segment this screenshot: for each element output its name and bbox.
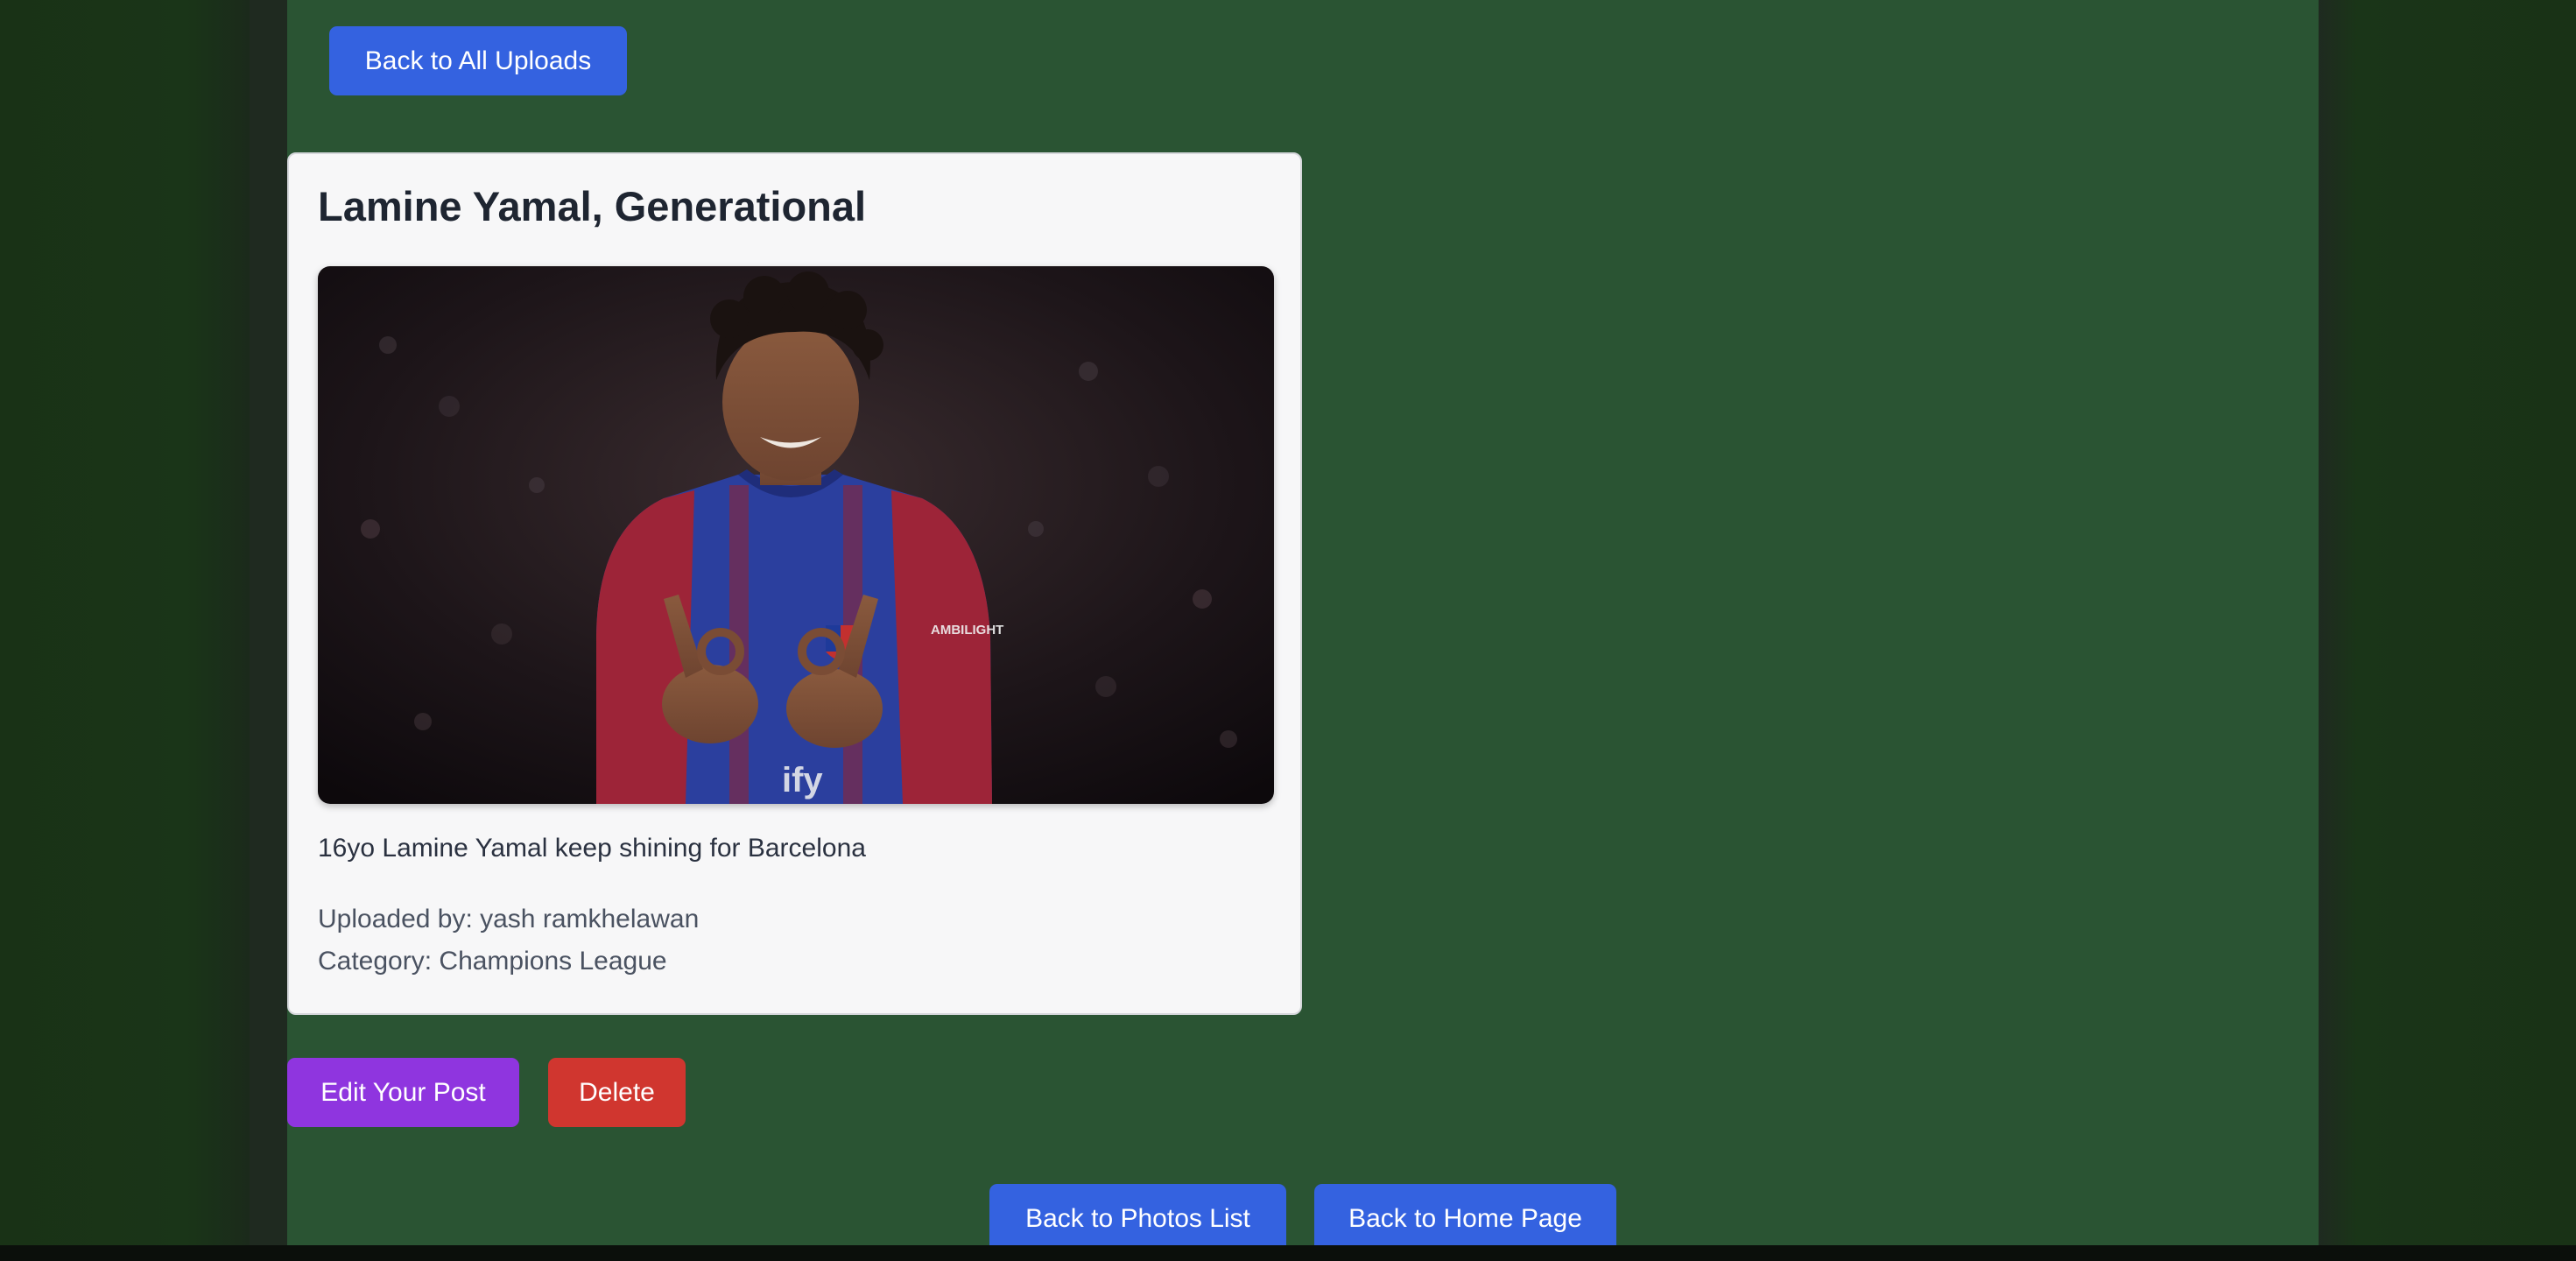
edit-post-button[interactable]: Edit Your Post [287, 1058, 519, 1127]
svg-text:ify: ify [782, 761, 823, 800]
back-to-photos-list-button[interactable]: Back to Photos List [989, 1184, 1286, 1254]
right-backdrop [2319, 0, 2576, 1245]
left-backdrop [0, 0, 250, 1245]
uploader-info: Uploaded by: yash ramkhelawan [318, 905, 700, 933]
post-photo-image: ify AMBILIGHT [318, 266, 1274, 804]
left-gutter [250, 0, 287, 1245]
svg-text:AMBILIGHT: AMBILIGHT [931, 623, 1003, 638]
category-info: Category: Champions League [318, 947, 667, 976]
photo-card: Lamine Yamal, Generational ify AMBILIGHT… [287, 152, 1302, 1015]
post-description: 16yo Lamine Yamal keep shining for Barce… [318, 834, 866, 863]
back-to-all-uploads-button[interactable]: Back to All Uploads [329, 26, 627, 95]
post-title: Lamine Yamal, Generational [318, 183, 867, 229]
delete-post-button[interactable]: Delete [548, 1058, 686, 1127]
window-bottom-edge [0, 1245, 2576, 1261]
post-photo: ify AMBILIGHT [318, 266, 1274, 804]
back-to-home-page-button[interactable]: Back to Home Page [1314, 1184, 1616, 1254]
